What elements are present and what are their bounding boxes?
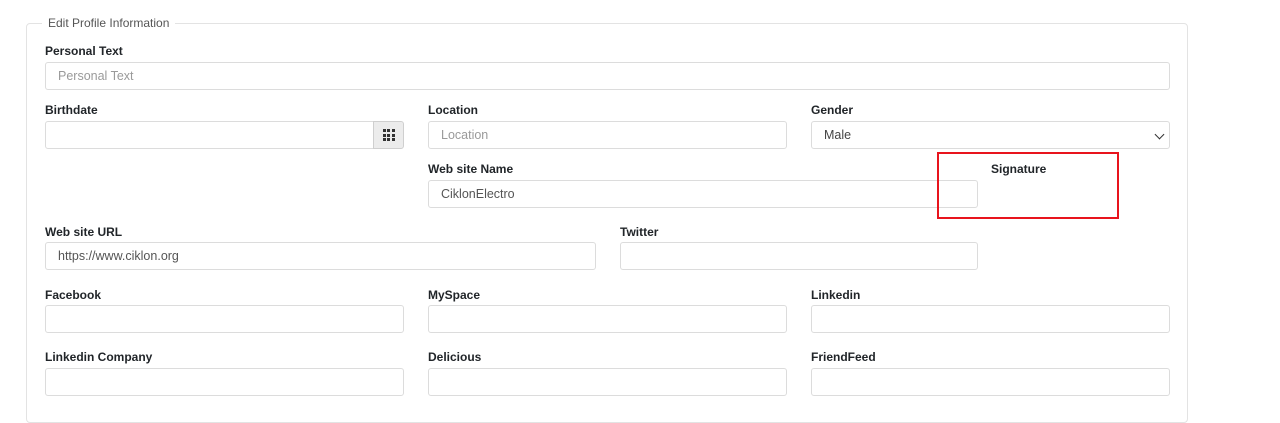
twitter-label: Twitter [620, 225, 659, 239]
location-label: Location [428, 103, 478, 117]
friendfeed-input[interactable] [811, 368, 1170, 396]
facebook-input[interactable] [45, 305, 404, 333]
birthdate-label: Birthdate [45, 103, 98, 117]
website-name-input[interactable]: CiklonElectro [428, 180, 978, 208]
linkedin-company-label: Linkedin Company [45, 350, 153, 364]
location-input[interactable]: Location [428, 121, 787, 149]
linkedin-label: Linkedin [811, 288, 861, 302]
gender-selected-value: Male [824, 128, 852, 142]
personal-text-label: Personal Text [45, 44, 123, 58]
delicious-input[interactable] [428, 368, 787, 396]
linkedin-input[interactable] [811, 305, 1170, 333]
fieldset-legend: Edit Profile Information [42, 16, 176, 30]
delicious-label: Delicious [428, 350, 482, 364]
twitter-input[interactable] [620, 242, 978, 270]
website-name-label: Web site Name [428, 162, 514, 176]
gender-label: Gender [811, 103, 854, 117]
grid-icon [382, 129, 395, 141]
website-url-label: Web site URL [45, 225, 123, 239]
chevron-down-icon [1154, 129, 1165, 140]
birthdate-input[interactable] [45, 121, 374, 149]
website-url-input[interactable]: https://www.ciklon.org [45, 242, 596, 270]
highlight-box [937, 152, 1119, 219]
myspace-input[interactable] [428, 305, 787, 333]
facebook-label: Facebook [45, 288, 102, 302]
gender-select[interactable]: Male [811, 121, 1170, 149]
personal-text-input[interactable]: Personal Text [45, 62, 1170, 90]
myspace-label: MySpace [428, 288, 481, 302]
friendfeed-label: FriendFeed [811, 350, 876, 364]
linkedin-company-input[interactable] [45, 368, 404, 396]
calendar-button[interactable] [373, 121, 404, 149]
